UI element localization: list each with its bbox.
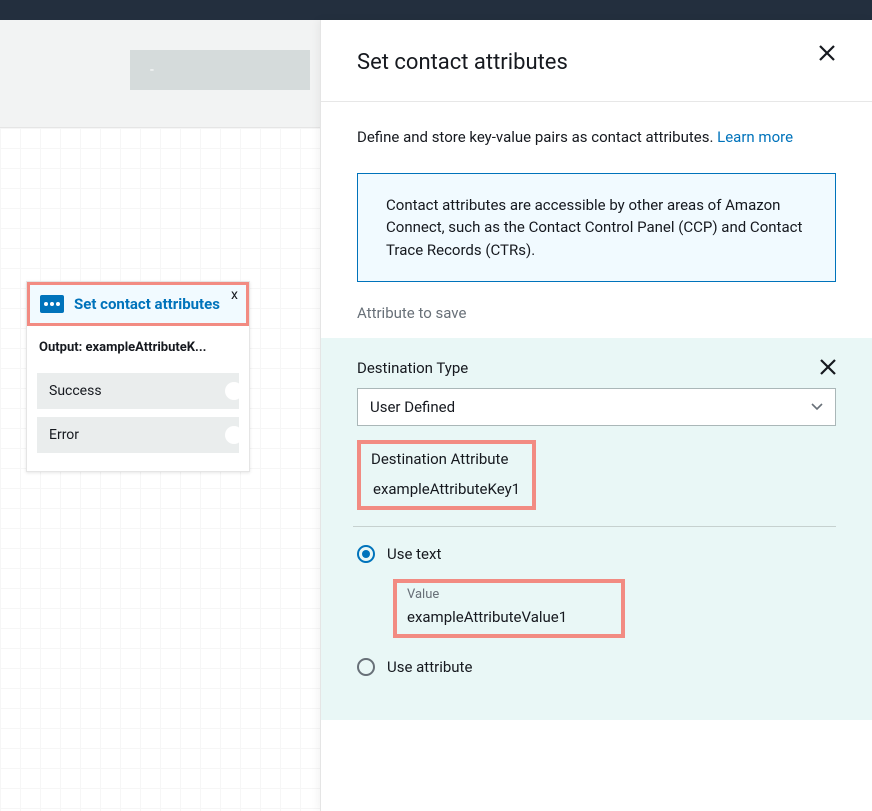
use-attribute-radio[interactable] — [357, 658, 375, 676]
properties-panel: Set contact attributes Define and store … — [320, 20, 872, 811]
info-box: Contact attributes are accessible by oth… — [357, 173, 836, 283]
panel-description: Define and store key-value pairs as cont… — [357, 126, 836, 149]
panel-header: Set contact attributes — [321, 20, 872, 102]
remove-attribute-button[interactable] — [820, 356, 836, 380]
use-text-label: Use text — [387, 545, 441, 563]
panel-title: Set contact attributes — [357, 50, 568, 75]
toolbar-pill[interactable]: - — [130, 50, 310, 90]
contact-card-icon — [40, 295, 64, 313]
use-attribute-label: Use attribute — [387, 658, 472, 676]
section-divider — [353, 526, 836, 527]
destination-type-select[interactable]: User Defined — [357, 388, 836, 426]
value-text: exampleAttributeValue1 — [407, 608, 611, 626]
destination-attribute-value: exampleAttributeKey1 — [371, 476, 522, 502]
use-attribute-radio-row[interactable]: Use attribute — [357, 658, 836, 676]
destination-attribute-label: Destination Attribute — [371, 450, 522, 468]
flow-node-port-error[interactable]: Error — [37, 417, 239, 453]
port-handle[interactable] — [225, 426, 243, 444]
value-label: Value — [407, 587, 611, 602]
destination-type-value: User Defined — [370, 398, 455, 416]
attribute-to-save-label: Attribute to save — [357, 304, 836, 322]
value-field[interactable]: Value exampleAttributeValue1 — [393, 579, 625, 638]
close-icon[interactable] — [818, 44, 836, 67]
flow-node-title: Set contact attributes — [74, 295, 220, 313]
port-handle[interactable] — [225, 382, 243, 400]
app-top-bar — [0, 0, 872, 20]
flow-node-output-summary: Output: exampleAttributeK... — [27, 326, 249, 373]
flow-node-ports: Success Error — [27, 373, 249, 471]
radio-selected-icon — [362, 550, 370, 558]
flow-node-port-label: Success — [49, 383, 102, 399]
chevron-down-icon — [811, 400, 823, 414]
learn-more-link[interactable]: Learn more — [717, 128, 793, 146]
flow-node-port-label: Error — [49, 427, 79, 443]
flow-node-close-button[interactable]: x — [231, 287, 238, 303]
attribute-section: Destination Type User Defined Destina — [321, 338, 872, 720]
flow-node-header[interactable]: Set contact attributes x — [27, 282, 249, 326]
flow-node-port-success[interactable]: Success — [37, 373, 239, 409]
destination-type-row: Destination Type — [357, 356, 836, 380]
flow-node-set-contact-attributes[interactable]: Set contact attributes x Output: example… — [26, 281, 250, 472]
panel-description-text: Define and store key-value pairs as cont… — [357, 128, 717, 146]
panel-body: Define and store key-value pairs as cont… — [321, 102, 872, 744]
use-text-radio[interactable] — [357, 545, 375, 563]
use-text-radio-row[interactable]: Use text — [357, 545, 836, 563]
destination-attribute-field[interactable]: Destination Attribute exampleAttributeKe… — [357, 440, 536, 510]
destination-type-label: Destination Type — [357, 359, 468, 377]
